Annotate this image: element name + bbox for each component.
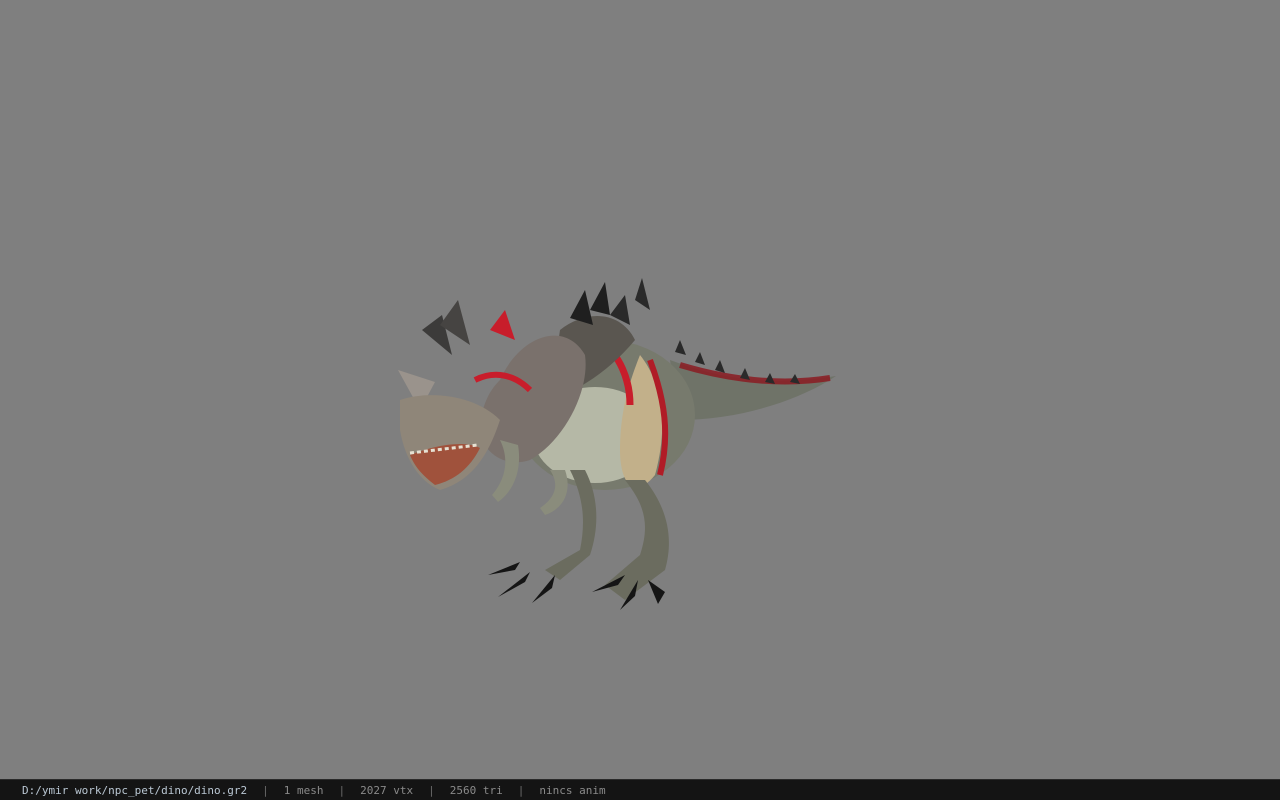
- separator: |: [428, 783, 435, 797]
- mesh-count: 1 mesh: [283, 783, 324, 797]
- dinosaur-model: [398, 278, 836, 610]
- model-leg-left: [545, 470, 597, 580]
- separator: |: [517, 783, 525, 797]
- triangle-count: 2560 tri: [449, 783, 503, 797]
- status-bar: D:/ymir work/npc_pet/dino/dino.gr2 | 1 m…: [0, 779, 1280, 800]
- separator: |: [262, 783, 269, 797]
- separator: |: [338, 783, 346, 797]
- file-path: D:/ymir work/npc_pet/dino/dino.gr2: [22, 783, 248, 797]
- 3d-viewport[interactable]: [0, 0, 1280, 779]
- model-arm-right: [540, 470, 568, 515]
- anim-status: nincs anim: [539, 783, 606, 797]
- vertex-count: 2027 vtx: [360, 783, 414, 797]
